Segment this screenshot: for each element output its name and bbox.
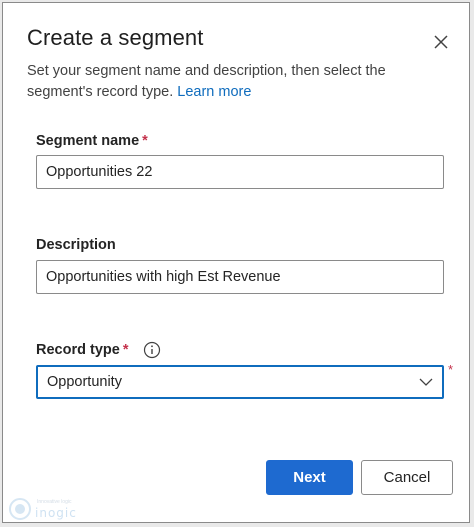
segment-name-label-text: Segment name bbox=[36, 133, 140, 149]
required-mark: * bbox=[122, 342, 129, 358]
watermark-tagline: Innovative logic bbox=[37, 499, 72, 505]
info-icon[interactable] bbox=[143, 341, 161, 359]
description-input[interactable] bbox=[36, 260, 444, 294]
learn-more-link[interactable]: Learn more bbox=[177, 84, 251, 100]
create-segment-dialog: Create a segment Set your segment name a… bbox=[2, 2, 470, 523]
inogic-watermark: Innovative logic inogic bbox=[8, 496, 98, 522]
next-button[interactable]: Next bbox=[266, 460, 353, 495]
record-type-label-text: Record type bbox=[36, 342, 120, 358]
chevron-down-icon bbox=[419, 378, 433, 386]
dialog-title: Create a segment bbox=[27, 25, 204, 50]
segment-name-label: Segment name * bbox=[36, 133, 148, 149]
watermark-logo-text: inogic bbox=[35, 506, 77, 520]
record-type-label: Record type * bbox=[36, 342, 128, 358]
record-type-selected-value: Opportunity bbox=[47, 374, 122, 390]
cancel-button[interactable]: Cancel bbox=[361, 460, 453, 495]
required-mark: * bbox=[142, 133, 148, 149]
description-label-text: Description bbox=[36, 237, 116, 253]
description-label: Description bbox=[36, 237, 116, 253]
segment-name-input[interactable] bbox=[36, 155, 444, 189]
dialog-subtitle: Set your segment name and description, t… bbox=[27, 61, 437, 103]
inogic-logo-icon bbox=[9, 498, 31, 520]
record-type-required-indicator: * bbox=[448, 362, 454, 377]
record-type-dropdown[interactable]: Opportunity bbox=[36, 365, 444, 399]
close-icon[interactable] bbox=[429, 30, 453, 54]
